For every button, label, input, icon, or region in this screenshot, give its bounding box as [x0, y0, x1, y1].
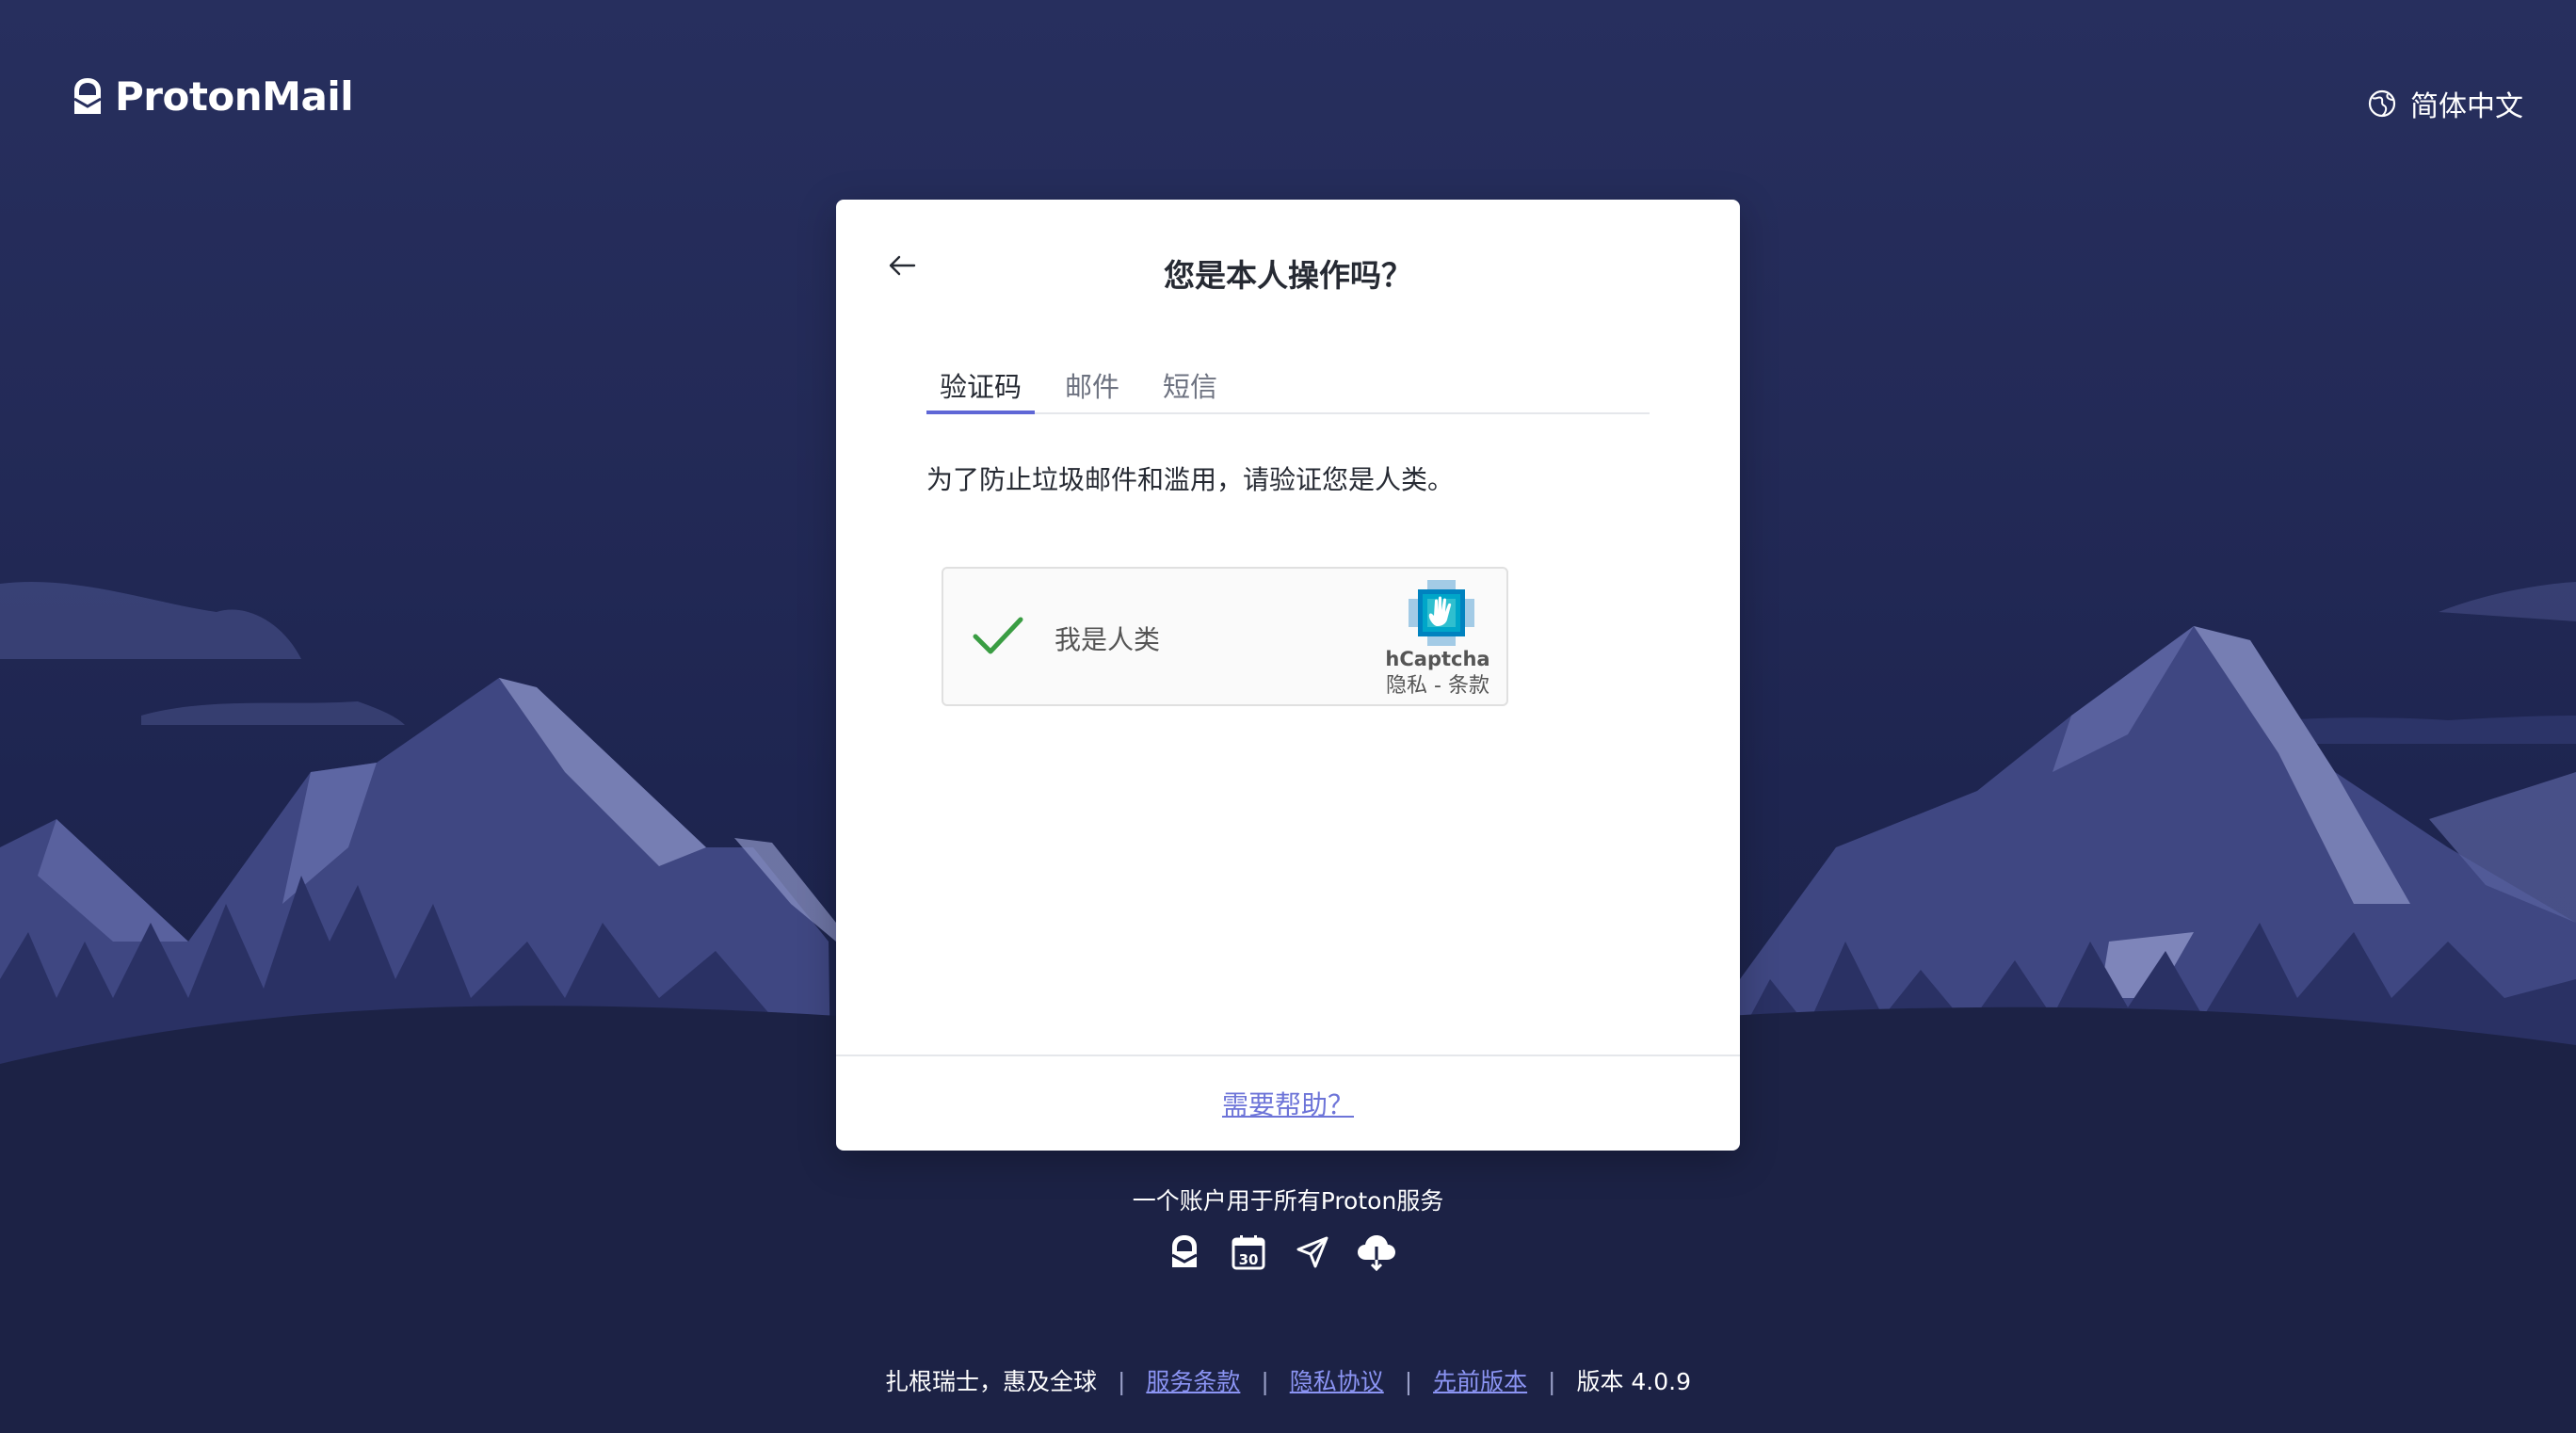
hcaptcha-logo-icon[interactable] [1409, 580, 1474, 646]
verification-card: 您是本人操作吗？ 验证码 邮件 短信 为了防止垃圾邮件和滥用，请验证您是人类。 … [836, 200, 1740, 1151]
footer-separator: | [1117, 1368, 1126, 1395]
hcaptcha-terms-link[interactable]: 条款 [1448, 674, 1489, 698]
hcaptcha-privacy-link[interactable]: 隐私 [1386, 674, 1427, 698]
verification-description: 为了防止垃圾邮件和滥用，请验证您是人类。 [926, 464, 1455, 495]
protonmail-icon[interactable] [1164, 1232, 1205, 1273]
calendar-day: 30 [1239, 1251, 1259, 1268]
verification-tabs: 验证码 邮件 短信 [926, 358, 1650, 414]
captcha-checkbox[interactable] [972, 614, 1024, 659]
hcaptcha-link-separator: - [1427, 674, 1448, 698]
hcaptcha-widget: 我是人类 hCaptcha 隐私 - 条款 [942, 567, 1508, 706]
version-text: 版本 4.0.9 [1576, 1368, 1691, 1395]
previous-version-link[interactable]: 先前版本 [1433, 1368, 1527, 1395]
footer-slogan: 扎根瑞士，惠及全球 [885, 1368, 1098, 1395]
calendar-icon[interactable]: 30 [1228, 1232, 1269, 1273]
tab-email[interactable]: 邮件 [1052, 358, 1133, 412]
logo-text: ProtonMail [115, 73, 354, 120]
tab-sms-label: 短信 [1163, 371, 1218, 403]
terms-link[interactable]: 服务条款 [1146, 1368, 1240, 1395]
card-divider [836, 1055, 1740, 1056]
captcha-label: 我是人类 [1055, 624, 1161, 655]
vpn-icon[interactable] [1292, 1232, 1333, 1273]
protonmail-logo-icon [72, 76, 104, 118]
protonmail-logo[interactable]: ProtonMail [72, 73, 354, 120]
language-selector[interactable]: 简体中文 [2367, 83, 2523, 124]
footer: 扎根瑞士，惠及全球 | 服务条款 | 隐私协议 | 先前版本 | 版本 4.0.… [0, 1363, 2576, 1397]
checkmark-icon [973, 617, 1023, 654]
help-link-container: 需要帮助？ [836, 1085, 1740, 1122]
tab-sms[interactable]: 短信 [1150, 358, 1231, 412]
services-text: 一个账户用于所有Proton服务 [1132, 1187, 1444, 1215]
footer-separator: | [1261, 1368, 1269, 1395]
footer-separator: | [1548, 1368, 1556, 1395]
globe-icon [2367, 89, 2397, 119]
tab-captcha-label: 验证码 [940, 371, 1022, 403]
page-title: 您是本人操作吗？ [1164, 257, 1412, 294]
tab-captcha[interactable]: 验证码 [926, 358, 1036, 414]
help-link[interactable]: 需要帮助？ [1222, 1089, 1354, 1120]
footer-separator: | [1404, 1368, 1413, 1395]
drive-icon[interactable] [1356, 1232, 1397, 1273]
tab-email-label: 邮件 [1065, 371, 1120, 403]
hcaptcha-links: 隐私 - 条款 [1386, 668, 1489, 699]
services-icons: 30 [1164, 1232, 1420, 1273]
hcaptcha-brand: hCaptcha [1385, 648, 1490, 670]
privacy-link[interactable]: 隐私协议 [1290, 1368, 1384, 1395]
language-label: 简体中文 [2410, 90, 2523, 123]
